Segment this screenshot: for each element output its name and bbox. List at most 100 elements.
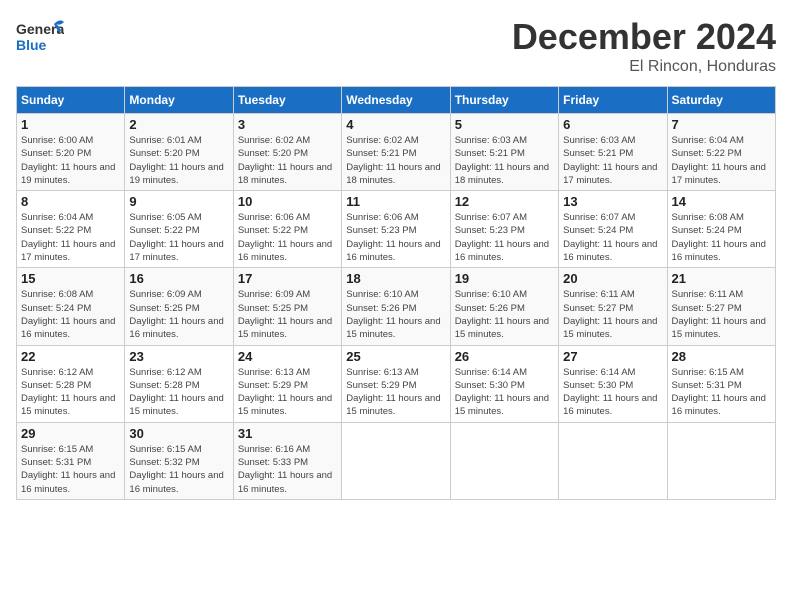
day-info: Sunrise: 6:09 AM Sunset: 5:25 PM Dayligh… — [129, 288, 228, 341]
day-cell: 29 Sunrise: 6:15 AM Sunset: 5:31 PM Dayli… — [17, 422, 125, 499]
day-info: Sunrise: 6:04 AM Sunset: 5:22 PM Dayligh… — [21, 211, 120, 264]
day-info: Sunrise: 6:16 AM Sunset: 5:33 PM Dayligh… — [238, 443, 337, 496]
day-number: 22 — [21, 349, 120, 364]
day-number: 11 — [346, 194, 445, 209]
header: General Blue December 2024 El Rincon, Ho… — [16, 16, 776, 76]
day-info: Sunrise: 6:06 AM Sunset: 5:23 PM Dayligh… — [346, 211, 445, 264]
day-info: Sunrise: 6:15 AM Sunset: 5:32 PM Dayligh… — [129, 443, 228, 496]
day-number: 26 — [455, 349, 554, 364]
day-number: 15 — [21, 271, 120, 286]
calendar-body: 1 Sunrise: 6:00 AM Sunset: 5:20 PM Daylig… — [17, 114, 776, 500]
day-number: 24 — [238, 349, 337, 364]
day-number: 27 — [563, 349, 662, 364]
day-cell: 22Sunrise: 6:12 AM Sunset: 5:28 PM Dayli… — [17, 345, 125, 422]
day-number: 30 — [129, 426, 228, 441]
day-cell: 31 Sunrise: 6:16 AM Sunset: 5:33 PM Dayli… — [233, 422, 341, 499]
day-cell: 2 Sunrise: 6:01 AM Sunset: 5:20 PM Daylig… — [125, 114, 233, 191]
day-number: 6 — [563, 117, 662, 132]
day-info: Sunrise: 6:11 AM Sunset: 5:27 PM Dayligh… — [672, 288, 771, 341]
day-info: Sunrise: 6:06 AM Sunset: 5:22 PM Dayligh… — [238, 211, 337, 264]
day-number: 23 — [129, 349, 228, 364]
day-cell: 26Sunrise: 6:14 AM Sunset: 5:30 PM Dayli… — [450, 345, 558, 422]
day-number: 10 — [238, 194, 337, 209]
day-number: 5 — [455, 117, 554, 132]
day-cell: 8 Sunrise: 6:04 AM Sunset: 5:22 PM Daylig… — [17, 191, 125, 268]
month-title: December 2024 — [512, 16, 776, 58]
day-number: 21 — [672, 271, 771, 286]
week-row-2: 8 Sunrise: 6:04 AM Sunset: 5:22 PM Daylig… — [17, 191, 776, 268]
day-number: 3 — [238, 117, 337, 132]
day-number: 19 — [455, 271, 554, 286]
day-info: Sunrise: 6:05 AM Sunset: 5:22 PM Dayligh… — [129, 211, 228, 264]
week-row-3: 15 Sunrise: 6:08 AM Sunset: 5:24 PM Dayli… — [17, 268, 776, 345]
day-cell — [667, 422, 775, 499]
day-number: 13 — [563, 194, 662, 209]
day-cell: 25 Sunrise: 6:13 AM Sunset: 5:29 PM Dayli… — [342, 345, 450, 422]
logo: General Blue — [16, 16, 68, 56]
day-number: 12 — [455, 194, 554, 209]
day-info: Sunrise: 6:00 AM Sunset: 5:20 PM Dayligh… — [21, 134, 120, 187]
day-cell: 4Sunrise: 6:02 AM Sunset: 5:21 PM Daylig… — [342, 114, 450, 191]
day-number: 25 — [346, 349, 445, 364]
day-cell: 28 Sunrise: 6:15 AM Sunset: 5:31 PM Dayli… — [667, 345, 775, 422]
day-info: Sunrise: 6:11 AM Sunset: 5:27 PM Dayligh… — [563, 288, 662, 341]
day-cell: 14 Sunrise: 6:08 AM Sunset: 5:24 PM Dayli… — [667, 191, 775, 268]
day-info: Sunrise: 6:07 AM Sunset: 5:23 PM Dayligh… — [455, 211, 554, 264]
day-info: Sunrise: 6:07 AM Sunset: 5:24 PM Dayligh… — [563, 211, 662, 264]
calendar: SundayMondayTuesdayWednesdayThursdayFrid… — [16, 86, 776, 500]
day-number: 31 — [238, 426, 337, 441]
day-number: 1 — [21, 117, 120, 132]
day-cell: 10 Sunrise: 6:06 AM Sunset: 5:22 PM Dayli… — [233, 191, 341, 268]
day-number: 9 — [129, 194, 228, 209]
day-info: Sunrise: 6:08 AM Sunset: 5:24 PM Dayligh… — [672, 211, 771, 264]
day-cell: 1 Sunrise: 6:00 AM Sunset: 5:20 PM Daylig… — [17, 114, 125, 191]
day-info: Sunrise: 6:10 AM Sunset: 5:26 PM Dayligh… — [455, 288, 554, 341]
day-info: Sunrise: 6:09 AM Sunset: 5:25 PM Dayligh… — [238, 288, 337, 341]
day-number: 16 — [129, 271, 228, 286]
day-cell: 18Sunrise: 6:10 AM Sunset: 5:26 PM Dayli… — [342, 268, 450, 345]
weekday-saturday: Saturday — [667, 87, 775, 114]
day-cell: 19 Sunrise: 6:10 AM Sunset: 5:26 PM Dayli… — [450, 268, 558, 345]
day-cell — [450, 422, 558, 499]
day-cell: 9 Sunrise: 6:05 AM Sunset: 5:22 PM Daylig… — [125, 191, 233, 268]
day-info: Sunrise: 6:01 AM Sunset: 5:20 PM Dayligh… — [129, 134, 228, 187]
day-cell: 5 Sunrise: 6:03 AM Sunset: 5:21 PM Daylig… — [450, 114, 558, 191]
day-cell: 21 Sunrise: 6:11 AM Sunset: 5:27 PM Dayli… — [667, 268, 775, 345]
weekday-sunday: Sunday — [17, 87, 125, 114]
week-row-5: 29 Sunrise: 6:15 AM Sunset: 5:31 PM Dayli… — [17, 422, 776, 499]
day-number: 18 — [346, 271, 445, 286]
day-cell: 17 Sunrise: 6:09 AM Sunset: 5:25 PM Dayli… — [233, 268, 341, 345]
day-cell: 3 Sunrise: 6:02 AM Sunset: 5:20 PM Daylig… — [233, 114, 341, 191]
day-cell: 7Sunrise: 6:04 AM Sunset: 5:22 PM Daylig… — [667, 114, 775, 191]
day-cell — [559, 422, 667, 499]
day-cell: 30 Sunrise: 6:15 AM Sunset: 5:32 PM Dayli… — [125, 422, 233, 499]
day-number: 20 — [563, 271, 662, 286]
day-number: 8 — [21, 194, 120, 209]
day-info: Sunrise: 6:08 AM Sunset: 5:24 PM Dayligh… — [21, 288, 120, 341]
day-info: Sunrise: 6:03 AM Sunset: 5:21 PM Dayligh… — [563, 134, 662, 187]
title-area: December 2024 El Rincon, Honduras — [512, 16, 776, 76]
day-info: Sunrise: 6:04 AM Sunset: 5:22 PM Dayligh… — [672, 134, 771, 187]
day-cell: 27 Sunrise: 6:14 AM Sunset: 5:30 PM Dayli… — [559, 345, 667, 422]
day-info: Sunrise: 6:14 AM Sunset: 5:30 PM Dayligh… — [563, 366, 662, 419]
day-info: Sunrise: 6:15 AM Sunset: 5:31 PM Dayligh… — [672, 366, 771, 419]
weekday-friday: Friday — [559, 87, 667, 114]
day-info: Sunrise: 6:03 AM Sunset: 5:21 PM Dayligh… — [455, 134, 554, 187]
day-info: Sunrise: 6:13 AM Sunset: 5:29 PM Dayligh… — [346, 366, 445, 419]
day-number: 28 — [672, 349, 771, 364]
day-number: 29 — [21, 426, 120, 441]
weekday-thursday: Thursday — [450, 87, 558, 114]
day-cell: 13 Sunrise: 6:07 AM Sunset: 5:24 PM Dayli… — [559, 191, 667, 268]
day-info: Sunrise: 6:15 AM Sunset: 5:31 PM Dayligh… — [21, 443, 120, 496]
weekday-tuesday: Tuesday — [233, 87, 341, 114]
day-number: 2 — [129, 117, 228, 132]
day-cell: 11 Sunrise: 6:06 AM Sunset: 5:23 PM Dayli… — [342, 191, 450, 268]
day-cell: 20 Sunrise: 6:11 AM Sunset: 5:27 PM Dayli… — [559, 268, 667, 345]
day-info: Sunrise: 6:13 AM Sunset: 5:29 PM Dayligh… — [238, 366, 337, 419]
day-info: Sunrise: 6:02 AM Sunset: 5:20 PM Dayligh… — [238, 134, 337, 187]
day-number: 14 — [672, 194, 771, 209]
svg-text:Blue: Blue — [16, 37, 47, 53]
day-number: 4 — [346, 117, 445, 132]
day-number: 17 — [238, 271, 337, 286]
day-cell: 23Sunrise: 6:12 AM Sunset: 5:28 PM Dayli… — [125, 345, 233, 422]
